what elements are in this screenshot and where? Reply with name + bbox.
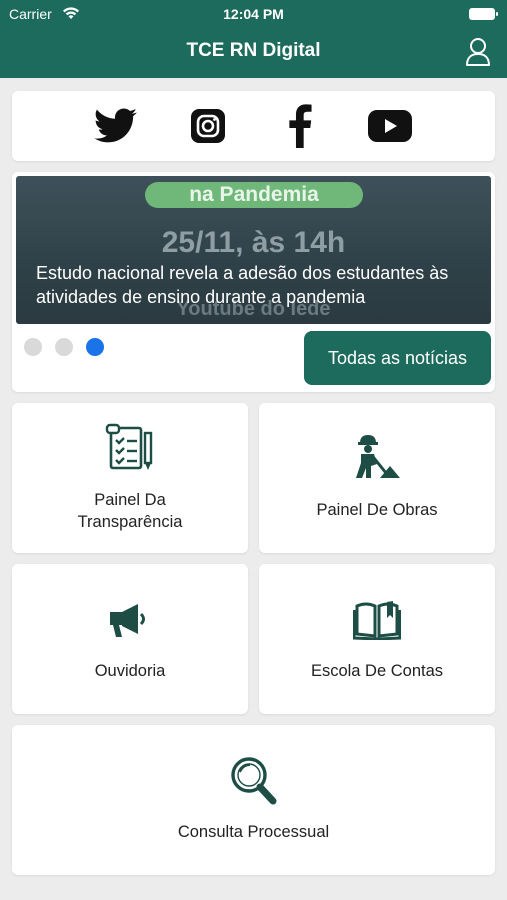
- status-bar: Carrier 12:04 PM: [0, 0, 507, 28]
- checklist-icon: [12, 423, 248, 473]
- megaphone-icon: [12, 602, 248, 640]
- construction-worker-icon: [259, 433, 495, 479]
- banner-date: 25/11, às 14h: [161, 226, 346, 259]
- carousel-dot[interactable]: [55, 338, 73, 356]
- news-banner[interactable]: na Pandemia 25/11, às 14h Youtube do Ied…: [16, 176, 491, 324]
- news-card: na Pandemia 25/11, às 14h Youtube do Ied…: [12, 172, 495, 392]
- tile-label: Escola De Contas: [310, 662, 444, 680]
- tile-label: Painel De Obras: [316, 501, 438, 519]
- tile-painel-transparencia[interactable]: Painel Da Transparência: [12, 403, 248, 553]
- open-book-icon: [259, 598, 495, 640]
- social-links-card: [12, 91, 495, 161]
- tile-painel-obras[interactable]: Painel De Obras: [259, 403, 495, 553]
- all-news-button[interactable]: Todas as notícias: [304, 331, 491, 385]
- tile-ouvidoria[interactable]: Ouvidoria: [12, 564, 248, 714]
- facebook-icon[interactable]: [278, 104, 322, 148]
- carousel-dot-active[interactable]: [86, 338, 104, 356]
- carousel-dot[interactable]: [24, 338, 42, 356]
- status-time: 12:04 PM: [223, 6, 284, 22]
- app-header: Carrier 12:04 PM TCE RN Digital: [0, 0, 507, 78]
- banner-tag: na Pandemia: [145, 182, 363, 208]
- twitter-icon[interactable]: [94, 107, 138, 145]
- tile-consulta-processual[interactable]: Consulta Processual: [12, 725, 495, 875]
- tile-escola-contas[interactable]: Escola De Contas: [259, 564, 495, 714]
- magnifier-icon: [12, 755, 495, 807]
- tile-label: Consulta Processual: [177, 823, 330, 841]
- tile-label: Ouvidoria: [94, 662, 166, 680]
- news-headline: Estudo nacional revela a adesão dos estu…: [36, 263, 449, 307]
- tile-label: Painel Da Transparência: [77, 491, 183, 531]
- instagram-icon[interactable]: [186, 107, 230, 145]
- page-title: TCE RN Digital: [186, 40, 321, 61]
- user-profile-icon[interactable]: [465, 37, 491, 67]
- battery-icon: [469, 8, 498, 20]
- youtube-icon[interactable]: [368, 107, 412, 145]
